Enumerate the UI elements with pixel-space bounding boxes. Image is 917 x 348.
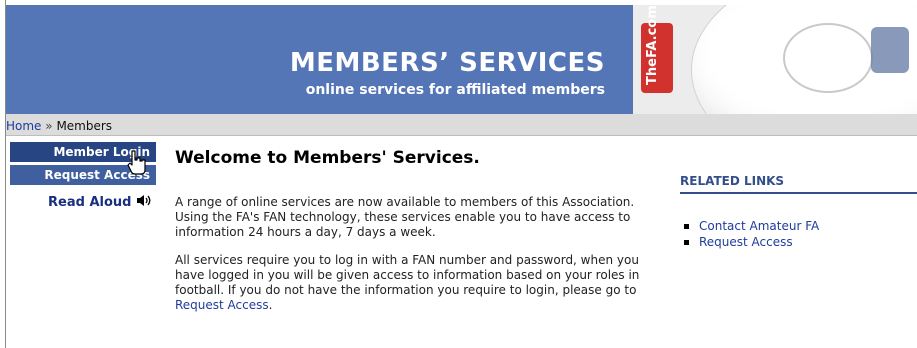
related-link-contact-amateur-fa[interactable]: Contact Amateur FA bbox=[684, 218, 917, 234]
read-aloud-label: Read Aloud bbox=[48, 195, 132, 210]
bullet-icon bbox=[684, 224, 689, 229]
banner-subtitle: online services for affiliated members bbox=[305, 82, 605, 98]
bullet-icon bbox=[684, 240, 689, 245]
related-links-list: Contact Amateur FA Request Access bbox=[680, 218, 917, 250]
thefa-logo-text: TheFA.com bbox=[645, 5, 660, 85]
three-lions-crest bbox=[871, 27, 909, 73]
thefa-logo-tab[interactable]: TheFA.com bbox=[641, 5, 673, 93]
request-access-button[interactable]: Request Access bbox=[10, 165, 156, 185]
football-seam bbox=[783, 23, 873, 93]
related-links-panel: RELATED LINKS Contact Amateur FA Request… bbox=[680, 174, 917, 250]
read-aloud-button[interactable]: Read Aloud bbox=[10, 194, 156, 210]
header-banner: MEMBERS’ SERVICES online services for af… bbox=[6, 5, 917, 114]
member-login-button[interactable]: Member Login bbox=[10, 142, 156, 162]
intro-paragraph: A range of online services are now avail… bbox=[175, 195, 635, 239]
left-nav: Member Login Request Access Read Aloud bbox=[10, 142, 156, 210]
related-link-label: Request Access bbox=[699, 235, 793, 249]
breadcrumb: Home » Members bbox=[6, 114, 917, 136]
breadcrumb-current: Members bbox=[56, 119, 113, 133]
banner-football-image: TheFA.com bbox=[633, 5, 917, 114]
login-info-text: All services require you to log in with … bbox=[175, 253, 640, 297]
related-links-heading: RELATED LINKS bbox=[680, 174, 917, 194]
page-title: Welcome to Members' Services. bbox=[175, 148, 480, 168]
related-link-label: Contact Amateur FA bbox=[699, 219, 820, 233]
main-content: Welcome to Members' Services. A range of… bbox=[175, 148, 655, 326]
speaker-icon bbox=[137, 195, 151, 206]
breadcrumb-separator: » bbox=[45, 119, 53, 133]
login-info-paragraph: All services require you to log in with … bbox=[175, 253, 655, 313]
banner-title: MEMBERS’ SERVICES bbox=[289, 48, 605, 78]
login-info-end: . bbox=[268, 298, 273, 312]
related-link-request-access[interactable]: Request Access bbox=[684, 234, 917, 250]
breadcrumb-home-link[interactable]: Home bbox=[6, 119, 41, 133]
request-access-inline-link[interactable]: Request Access bbox=[175, 298, 269, 312]
